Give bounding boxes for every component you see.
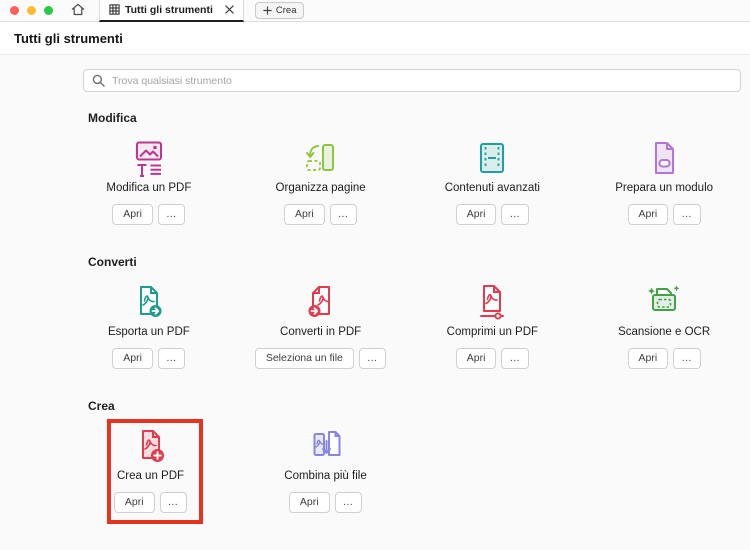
search-input[interactable] <box>83 69 741 92</box>
compress-pdf-icon <box>472 282 512 322</box>
more-options-button[interactable]: … <box>334 492 363 513</box>
tool-buttons: Apri … <box>455 348 529 369</box>
minimize-window-button[interactable] <box>27 6 36 15</box>
section-heading: Modifica <box>88 111 137 125</box>
tool-label: Crea un PDF <box>116 470 185 482</box>
tool-buttons: Apri … <box>113 492 188 513</box>
tool-label: Combina più file <box>284 470 367 482</box>
more-options-button[interactable]: … <box>501 204 529 225</box>
combine-files-icon <box>306 426 346 466</box>
tool-card-modifica-un-pdf: Modifica un PDF Apri … <box>63 138 235 225</box>
new-tab-label: Crea <box>275 5 297 16</box>
tool-buttons: Apri … <box>284 204 358 225</box>
tool-label: Modifica un PDF <box>106 182 192 194</box>
tool-label: Comprimi un PDF <box>446 326 539 338</box>
tool-label: Converti in PDF <box>280 326 362 338</box>
tool-buttons: Apri … <box>288 492 363 513</box>
open-button[interactable]: Apri <box>455 204 497 225</box>
rich-media-icon <box>472 138 512 178</box>
more-options-button[interactable]: … <box>673 348 701 369</box>
create-pdf-icon <box>131 426 171 466</box>
tool-label: Organizza pagine <box>275 182 366 194</box>
tab-bar: Tutti gli strumenti Crea <box>0 0 750 22</box>
tool-buttons: Apri … <box>112 348 186 369</box>
tool-card-combina-pi-file: Combina più file Apri … <box>238 426 413 513</box>
more-options-button[interactable]: … <box>358 348 387 369</box>
tools-row: Crea un PDF Apri … Combina più file Apri… <box>63 419 750 524</box>
section-crea: Crea Crea un PDF Apri … Combina più file… <box>0 399 750 524</box>
more-options-button[interactable]: … <box>159 492 188 513</box>
page-title: Tutti gli strumenti <box>14 30 123 46</box>
convert-to-pdf-icon <box>301 282 341 322</box>
open-button[interactable]: Apri <box>455 348 497 369</box>
tool-card-comprimi-un-pdf: Comprimi un PDF Apri … <box>407 282 579 369</box>
plus-icon <box>263 6 272 15</box>
section-modifica: Modifica Modifica un PDF Apri … Organizz… <box>0 112 750 225</box>
tools-row: Modifica un PDF Apri … Organizza pagine … <box>63 138 750 225</box>
home-icon <box>71 3 85 19</box>
new-tab-crea-button[interactable]: Crea <box>254 2 305 19</box>
tool-label: Esporta un PDF <box>107 326 190 338</box>
tools-row: Esporta un PDF Apri … Converti in PDF Se… <box>63 282 750 369</box>
tool-card-scansione-e-ocr: Scansione e OCR Apri … <box>578 282 750 369</box>
organize-pages-icon <box>301 138 341 178</box>
search-icon <box>92 74 105 87</box>
tool-label: Prepara un modulo <box>615 182 714 194</box>
tool-card-esporta-un-pdf: Esporta un PDF Apri … <box>63 282 235 369</box>
tool-card-converti-in-pdf: Converti in PDF Seleziona un file … <box>235 282 407 369</box>
tool-buttons: Apri … <box>112 204 186 225</box>
more-options-button[interactable]: … <box>673 204 701 225</box>
more-options-button[interactable]: … <box>157 348 186 369</box>
section-heading: Crea <box>88 399 115 413</box>
open-button[interactable]: Apri <box>284 204 325 225</box>
tool-card-organizza-pagine: Organizza pagine Apri … <box>235 138 407 225</box>
grid-icon <box>109 4 120 15</box>
open-button[interactable]: Seleziona un file <box>254 348 354 369</box>
search-bar <box>83 69 741 92</box>
traffic-lights <box>0 6 66 15</box>
close-icon[interactable] <box>225 5 234 14</box>
tools-sections: Modifica Modifica un PDF Apri … Organizz… <box>0 112 750 524</box>
tool-buttons: Apri … <box>627 348 701 369</box>
edit-pdf-icon <box>129 138 169 178</box>
open-button[interactable]: Apri <box>627 348 669 369</box>
tool-buttons: Apri … <box>455 204 529 225</box>
open-button[interactable]: Apri <box>627 204 669 225</box>
open-button[interactable]: Apri <box>113 492 155 513</box>
close-window-button[interactable] <box>10 6 19 15</box>
tab-tutti-gli-strumenti[interactable]: Tutti gli strumenti <box>99 0 244 22</box>
tool-buttons: Apri … <box>627 204 701 225</box>
tool-card-prepara-un-modulo: Prepara un modulo Apri … <box>578 138 750 225</box>
page-header: Tutti gli strumenti <box>0 22 750 55</box>
content: Modifica Modifica un PDF Apri … Organizz… <box>0 55 750 524</box>
open-button[interactable]: Apri <box>112 348 153 369</box>
scan-ocr-icon <box>644 282 684 322</box>
more-options-button[interactable]: … <box>157 204 186 225</box>
tool-card-crea-un-pdf: Crea un PDF Apri … <box>63 419 238 524</box>
tool-card-contenuti-avanzati: Contenuti avanzati Apri … <box>407 138 579 225</box>
zoom-window-button[interactable] <box>44 6 53 15</box>
open-button[interactable]: Apri <box>288 492 330 513</box>
section-heading: Converti <box>88 255 137 269</box>
more-options-button[interactable]: … <box>329 204 358 225</box>
section-converti: Converti Esporta un PDF Apri … Converti … <box>0 256 750 369</box>
more-options-button[interactable]: … <box>501 348 529 369</box>
open-button[interactable]: Apri <box>112 204 153 225</box>
tool-label: Contenuti avanzati <box>444 182 540 194</box>
prepare-form-icon <box>644 138 684 178</box>
tool-buttons: Seleziona un file … <box>254 348 387 369</box>
tool-label: Scansione e OCR <box>618 326 711 338</box>
tab-label: Tutti gli strumenti <box>125 3 213 16</box>
home-button[interactable] <box>66 1 90 21</box>
export-pdf-icon <box>129 282 169 322</box>
